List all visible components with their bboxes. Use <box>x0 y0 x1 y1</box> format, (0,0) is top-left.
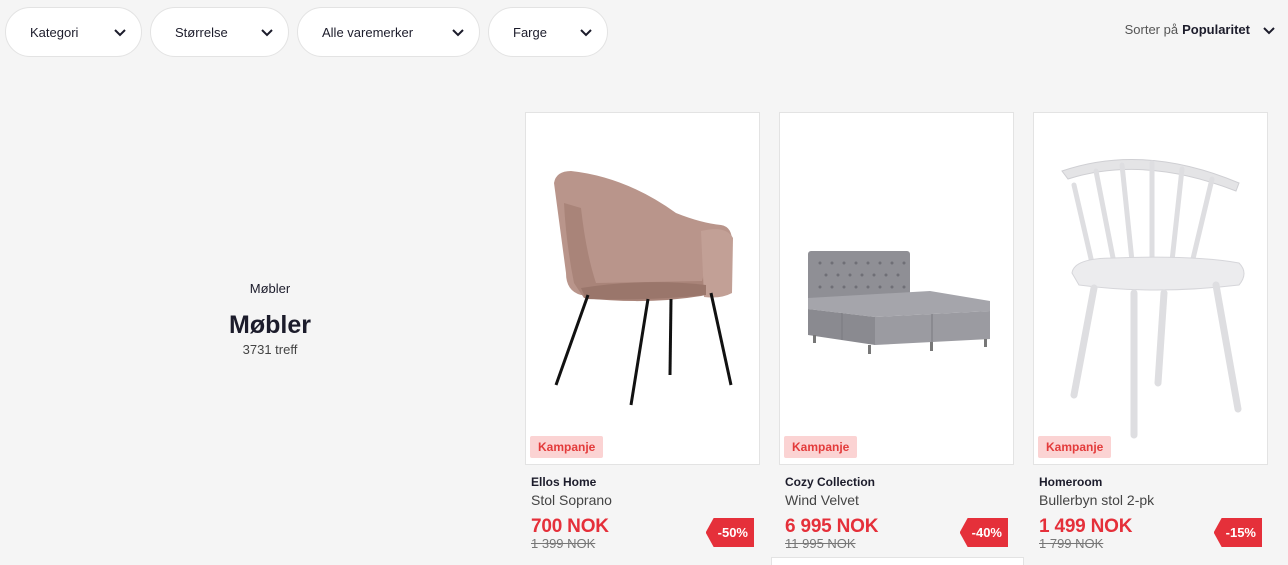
campaign-badge: Kampanje <box>530 436 604 458</box>
product-image[interactable]: Kampanje <box>1033 112 1268 465</box>
discount-badge: -50% <box>705 518 754 547</box>
chevron-down-icon <box>579 25 593 39</box>
product-card[interactable]: Kampanje Homeroom Bullerbyn stol 2-pk 1 … <box>1033 112 1268 551</box>
product-name[interactable]: Wind Velvet <box>785 492 1008 508</box>
product-info: Ellos Home Stol Soprano 700 NOK 1 399 NO… <box>525 465 760 551</box>
filter-varemerker[interactable]: Alle varemerker <box>297 7 480 57</box>
discount-badge: -40% <box>959 518 1008 547</box>
product-image[interactable]: Kampanje <box>779 112 1014 465</box>
chevron-down-icon <box>451 25 465 39</box>
product-name[interactable]: Stol Soprano <box>531 492 754 508</box>
page-title: Møbler <box>229 311 311 339</box>
product-info: Homeroom Bullerbyn stol 2-pk 1 499 NOK 1… <box>1033 465 1268 551</box>
filter-farge[interactable]: Farge <box>488 7 608 57</box>
next-row-card-edge <box>771 557 1024 565</box>
product-card[interactable]: Kampanje Ellos Home Stol Soprano 700 NOK… <box>525 112 760 551</box>
sort-dropdown[interactable]: Sorter på Popularitet <box>1125 22 1276 37</box>
filter-varemerker-label: Alle varemerker <box>322 24 414 40</box>
product-brand: Cozy Collection <box>785 475 876 489</box>
product-brand: Homeroom <box>1039 475 1103 489</box>
chevron-down-icon <box>113 25 127 39</box>
breadcrumb[interactable]: Møbler <box>120 281 420 296</box>
sort-value: Popularitet <box>1182 22 1250 37</box>
filter-bar: Kategori Størrelse Alle varemerker Farge <box>5 7 608 57</box>
filter-kategori-label: Kategori <box>30 24 79 40</box>
campaign-badge: Kampanje <box>1038 436 1112 458</box>
chair-image <box>1061 158 1245 439</box>
product-name[interactable]: Bullerbyn stol 2-pk <box>1039 492 1262 508</box>
filter-farge-label: Farge <box>513 24 547 40</box>
campaign-badge: Kampanje <box>784 436 858 458</box>
armchair-image <box>554 171 733 406</box>
bed-image <box>808 251 990 354</box>
result-count: 3731 treff <box>242 342 298 357</box>
filter-storrelse-label: Størrelse <box>175 24 228 40</box>
sort-prefix: Sorter på <box>1124 22 1179 37</box>
chevron-down-icon <box>1262 23 1276 37</box>
product-image[interactable]: Kampanje <box>525 112 760 465</box>
filter-storrelse[interactable]: Størrelse <box>150 7 289 57</box>
discount-badge: -15% <box>1213 518 1262 547</box>
category-info: Møbler Møbler 3731 treff <box>120 281 420 357</box>
chevron-down-icon <box>260 25 274 39</box>
filter-kategori[interactable]: Kategori <box>5 7 142 57</box>
product-card[interactable]: Kampanje Cozy Collection Wind Velvet 6 9… <box>779 112 1014 551</box>
product-brand: Ellos Home <box>531 475 597 489</box>
product-info: Cozy Collection Wind Velvet 6 995 NOK 11… <box>779 465 1014 551</box>
